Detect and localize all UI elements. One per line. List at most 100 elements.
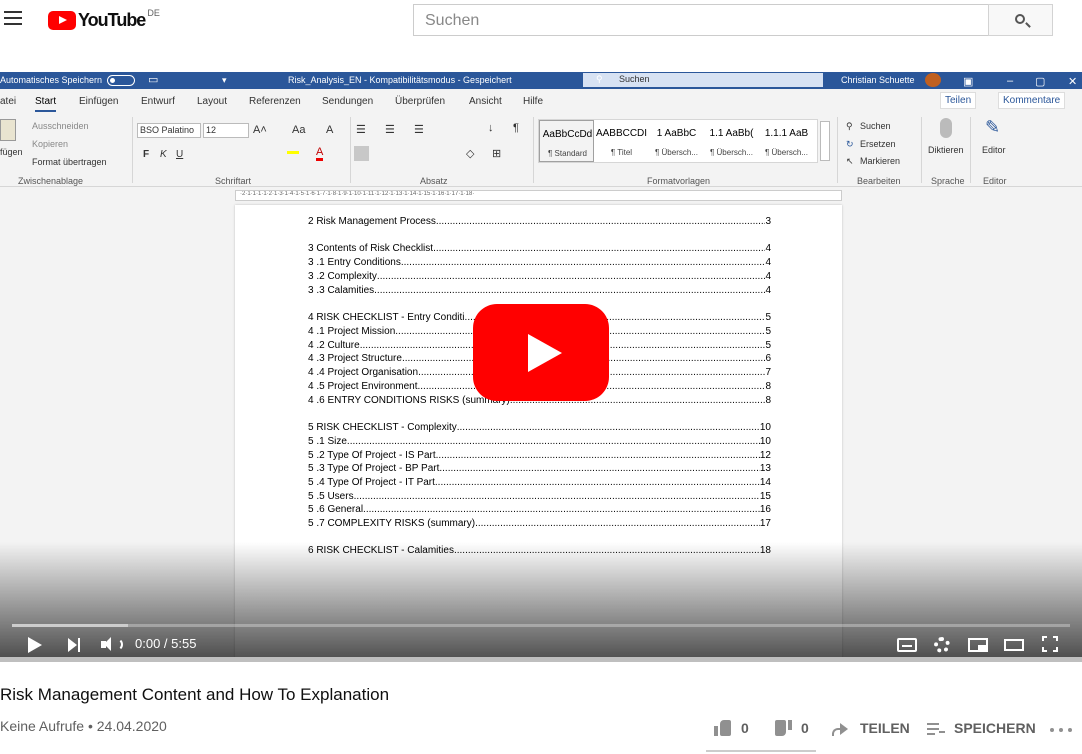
tab-start[interactable]: Start — [35, 96, 57, 112]
format-painter-button[interactable]: Format übertragen — [32, 157, 107, 167]
bold-button[interactable]: F — [143, 149, 149, 160]
paste-label[interactable]: fügen — [0, 147, 23, 157]
fullscreen-icon[interactable] — [1042, 636, 1058, 652]
toc-title: 5 .4 Type Of Project - IT Part — [308, 477, 435, 488]
toc-title: 3 Contents of Risk Checklist — [308, 243, 434, 254]
shading-icon[interactable]: ◇ — [466, 147, 474, 160]
share-icon[interactable] — [832, 722, 848, 736]
numbering-icon[interactable]: ☰ — [385, 123, 395, 136]
toc-page-number: 10 — [759, 422, 771, 433]
play-icon[interactable] — [28, 637, 42, 653]
toc-leader — [401, 257, 766, 269]
tab-layout[interactable]: Layout — [197, 96, 227, 107]
italic-button[interactable]: K — [160, 149, 167, 160]
search-button[interactable] — [988, 4, 1053, 36]
ruler: ·2·1·1·1·1·2·1·3·1·4·1·5·1·6·1·7·1·8·1·9… — [235, 190, 842, 201]
microphone-icon[interactable] — [940, 118, 952, 138]
miniplayer-icon[interactable] — [968, 638, 988, 652]
editor-pen-icon[interactable]: ✎ — [985, 117, 1000, 138]
highlight-icon[interactable] — [287, 146, 299, 154]
toc-leader — [363, 504, 760, 516]
copy-button[interactable]: Kopieren — [32, 139, 68, 149]
tab-hilfe[interactable]: Hilfe — [523, 96, 543, 107]
align-left-icon[interactable] — [354, 146, 369, 161]
clear-format-icon[interactable]: A — [326, 124, 333, 136]
tab-entwurf[interactable]: Entwurf — [141, 96, 175, 107]
progress-bar[interactable] — [12, 624, 1070, 627]
toc-title: 5 .7 COMPLEXITY RISKS (summary) — [308, 518, 476, 529]
theater-mode-icon[interactable] — [1004, 639, 1024, 651]
save-playlist-icon[interactable] — [927, 722, 945, 736]
save-icon[interactable]: ▭ — [148, 73, 158, 86]
grow-font-icon[interactable]: A˄ — [253, 124, 267, 136]
borders-icon[interactable]: ⊞ — [492, 147, 501, 160]
ribbon-display-icon[interactable]: ▣ — [963, 75, 973, 88]
style-preview: AABBCCDI — [595, 128, 648, 139]
toc-title: 5 RISK CHECKLIST - Complexity — [308, 422, 457, 433]
maximize-icon[interactable]: ▢ — [1035, 75, 1045, 88]
youtube-logo[interactable]: YouTube DE — [48, 8, 160, 30]
font-name-select[interactable]: BSO Palatino — [137, 123, 201, 138]
group-label-clipboard: Zwischenablage — [18, 176, 84, 186]
qat-dropdown-icon[interactable]: ▾ — [222, 75, 227, 86]
tab-datei[interactable]: atei — [0, 96, 16, 107]
autosave-toggle[interactable] — [107, 75, 135, 86]
style-heading2[interactable]: 1.1 AaBb(¶ Übersch... — [704, 120, 759, 162]
tab-ansicht[interactable]: Ansicht — [469, 96, 502, 107]
editor-button[interactable]: Editor — [982, 145, 1006, 155]
like-icon[interactable] — [714, 719, 732, 737]
styles-scroll[interactable] — [820, 121, 830, 161]
style-standard[interactable]: AaBbCcDd ¶ Standard — [539, 120, 594, 162]
change-case-icon[interactable]: Aa — [292, 124, 305, 136]
share-button[interactable]: Teilen — [940, 92, 977, 109]
like-count[interactable]: 0 — [741, 720, 749, 736]
font-name-value: BSO Palatino — [140, 125, 195, 135]
search-input[interactable]: Suchen — [413, 4, 989, 36]
multilevel-icon[interactable]: ☰ — [414, 123, 424, 136]
close-icon[interactable]: ✕ — [1068, 75, 1077, 88]
save-video-button[interactable]: SPEICHERN — [954, 720, 1036, 736]
minimize-icon[interactable]: – — [1007, 75, 1013, 87]
dictate-button[interactable]: Diktieren — [928, 145, 964, 155]
youtube-play-logo-icon — [48, 10, 76, 30]
tab-ueberpruefen[interactable]: Überprüfen — [395, 96, 445, 107]
tab-einfuegen[interactable]: Einfügen — [79, 96, 118, 107]
underline-button[interactable]: U — [176, 149, 183, 160]
style-heading1[interactable]: 1 AaBbC ¶ Übersch... — [649, 120, 704, 162]
font-color-icon[interactable]: A — [316, 146, 324, 161]
paste-icon[interactable] — [0, 119, 16, 141]
toc-page-number: 7 — [765, 367, 771, 378]
toc-page-number: 14 — [759, 477, 771, 488]
pilcrow-icon[interactable]: ¶ — [513, 122, 519, 134]
tab-referenzen[interactable]: Referenzen — [249, 96, 301, 107]
sort-icon[interactable]: ↓ — [488, 122, 494, 134]
toc-page-number: 3 — [765, 216, 771, 227]
toc-leader — [475, 518, 760, 530]
menu-icon[interactable] — [4, 11, 22, 25]
font-size-select[interactable]: 12 — [203, 123, 249, 138]
next-icon[interactable] — [68, 638, 82, 652]
dislike-count[interactable]: 0 — [801, 720, 809, 736]
search-icon — [1015, 14, 1025, 24]
find-button[interactable]: Suchen — [860, 121, 891, 131]
comments-button[interactable]: Kommentare — [998, 92, 1066, 109]
cut-button[interactable]: Ausschneiden — [32, 121, 89, 131]
large-play-button[interactable] — [473, 304, 609, 401]
replace-button[interactable]: Ersetzen — [860, 139, 896, 149]
tab-sendungen[interactable]: Sendungen — [322, 96, 373, 107]
style-titel[interactable]: AABBCCDI ¶ Titel — [594, 120, 649, 162]
word-search-box[interactable]: Suchen — [583, 73, 823, 87]
video-player[interactable]: Automatisches Speichern ▭ ▾ Risk_Analysi… — [0, 72, 1082, 662]
share-video-button[interactable]: TEILEN — [860, 720, 910, 736]
settings-gear-icon[interactable] — [934, 637, 950, 653]
toc-page-number: 4 — [765, 243, 771, 254]
toc-entry: 2 Risk Management Process 3 — [308, 216, 771, 228]
avatar[interactable] — [925, 73, 941, 87]
subtitles-icon[interactable] — [897, 638, 917, 652]
bullets-icon[interactable]: ☰ — [356, 123, 366, 136]
volume-icon[interactable] — [101, 636, 123, 653]
more-actions-icon[interactable] — [1050, 728, 1072, 732]
dislike-icon[interactable] — [774, 719, 792, 737]
style-heading3[interactable]: 1.1.1 AaB ¶ Übersch... — [759, 120, 814, 162]
select-button[interactable]: Markieren — [860, 156, 900, 166]
